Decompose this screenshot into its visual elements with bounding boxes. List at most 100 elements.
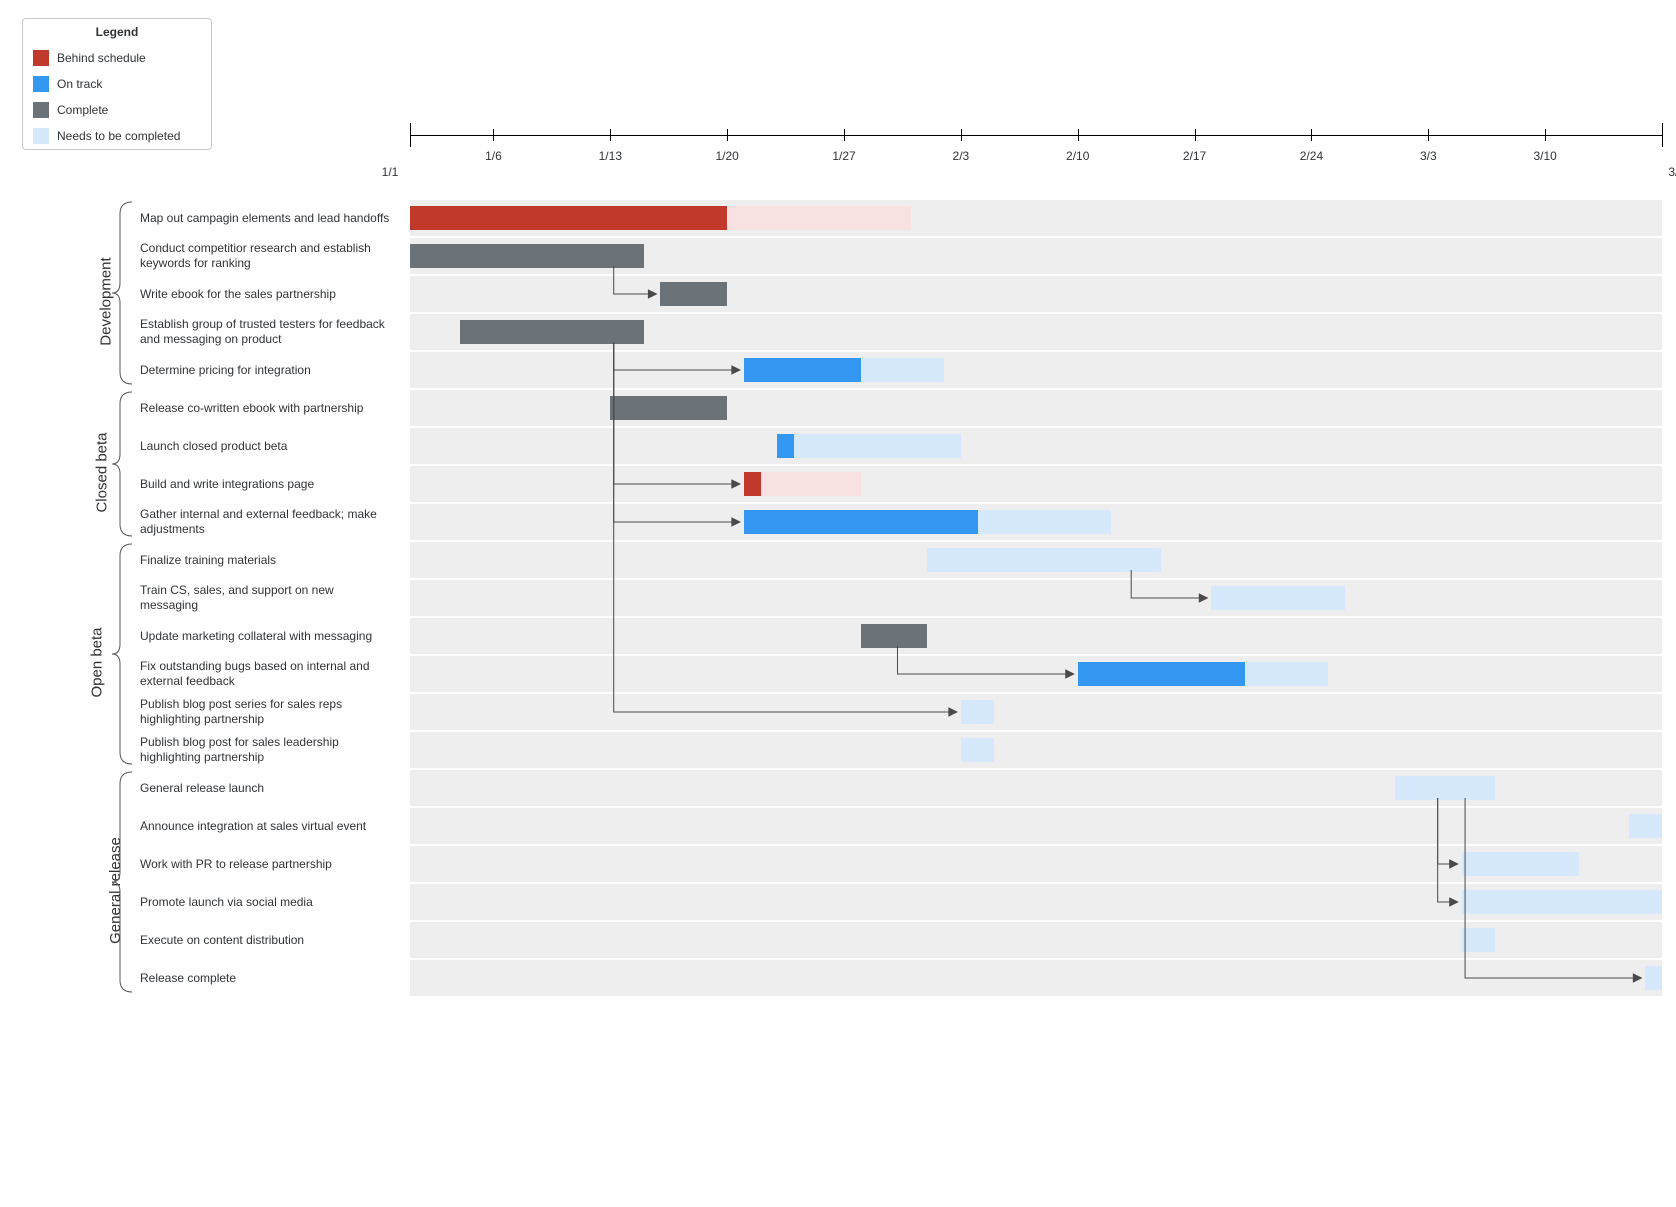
task-track	[410, 314, 1662, 350]
task-bar-planned[interactable]	[1462, 928, 1495, 952]
task-label: Launch closed product beta	[140, 428, 400, 464]
task-bar-planned[interactable]	[1211, 586, 1345, 610]
task-bar-progress[interactable]	[660, 282, 727, 306]
legend-item: On track	[23, 71, 211, 97]
gantt-row: Finalize training materials	[140, 542, 1662, 578]
phase-brace	[110, 542, 134, 766]
task-track	[410, 200, 1662, 236]
phase-brace	[110, 390, 134, 538]
task-track	[410, 770, 1662, 806]
task-bar-progress[interactable]	[744, 510, 978, 534]
task-label: Announce integration at sales virtual ev…	[140, 808, 400, 844]
task-track	[410, 694, 1662, 730]
task-bar-progress[interactable]	[410, 244, 644, 268]
gantt-row: Establish group of trusted testers for f…	[140, 314, 1662, 350]
task-bar-planned[interactable]	[1629, 814, 1662, 838]
axis-tick-label: 3/10	[1533, 149, 1556, 163]
task-bar-planned[interactable]	[777, 434, 961, 458]
task-track	[410, 922, 1662, 958]
axis-origin-label: 1/1	[382, 165, 399, 179]
axis-end-label: 3/17	[1668, 165, 1676, 179]
task-label: Gather internal and external feedback; m…	[140, 504, 400, 540]
task-bar-planned[interactable]	[927, 548, 1161, 572]
task-label: Fix outstanding bugs based on internal a…	[140, 656, 400, 692]
task-bar-planned[interactable]	[961, 738, 994, 762]
task-track	[410, 960, 1662, 996]
axis-tick-label: 3/3	[1420, 149, 1437, 163]
task-label: Update marketing collateral with messagi…	[140, 618, 400, 654]
task-label: Build and write integrations page	[140, 466, 400, 502]
gantt-row: Execute on content distribution	[140, 922, 1662, 958]
axis-tick-label: 1/20	[715, 149, 738, 163]
task-track	[410, 618, 1662, 654]
task-track	[410, 352, 1662, 388]
task-label: Execute on content distribution	[140, 922, 400, 958]
task-bar-progress[interactable]	[777, 434, 794, 458]
task-track	[410, 238, 1662, 274]
task-label: Release complete	[140, 960, 400, 996]
task-bar-progress[interactable]	[460, 320, 644, 344]
gantt-row: Determine pricing for integration	[140, 352, 1662, 388]
gantt-row: Map out campagin elements and lead hando…	[140, 200, 1662, 236]
task-track	[410, 276, 1662, 312]
axis-tick-label: 2/24	[1300, 149, 1323, 163]
task-bar-planned[interactable]	[1462, 852, 1579, 876]
task-track	[410, 390, 1662, 426]
task-bar-progress[interactable]	[410, 206, 727, 230]
task-bar-progress[interactable]	[744, 358, 861, 382]
gantt-row: Promote launch via social media	[140, 884, 1662, 920]
task-track	[410, 732, 1662, 768]
task-bar-progress[interactable]	[861, 624, 928, 648]
task-bar-planned[interactable]	[1395, 776, 1495, 800]
task-label: Write ebook for the sales partnership	[140, 276, 400, 312]
phase-label: Closed beta	[94, 432, 111, 512]
task-track	[410, 808, 1662, 844]
gantt-row: Work with PR to release partnership	[140, 846, 1662, 882]
task-label: Conduct competitior research and establi…	[140, 238, 400, 274]
gantt-row: Announce integration at sales virtual ev…	[140, 808, 1662, 844]
task-track	[410, 846, 1662, 882]
legend-item: Complete	[23, 97, 211, 123]
gantt-row: Update marketing collateral with messagi…	[140, 618, 1662, 654]
task-label: Establish group of trusted testers for f…	[140, 314, 400, 350]
legend-title: Legend	[23, 19, 211, 45]
gantt-row: Fix outstanding bugs based on internal a…	[140, 656, 1662, 692]
axis-tick-label: 2/10	[1066, 149, 1089, 163]
task-track	[410, 656, 1662, 692]
phase-label: Open beta	[89, 627, 106, 697]
task-bar-progress[interactable]	[610, 396, 727, 420]
gantt-row: Train CS, sales, and support on new mess…	[140, 580, 1662, 616]
task-track	[410, 466, 1662, 502]
task-track	[410, 428, 1662, 464]
task-label: Train CS, sales, and support on new mess…	[140, 580, 400, 616]
time-axis: 1/61/131/201/272/32/102/172/243/33/101/1…	[410, 135, 1662, 175]
task-track	[410, 580, 1662, 616]
gantt-row: General release launch	[140, 770, 1662, 806]
task-bar-planned[interactable]	[961, 700, 994, 724]
gantt-rows: Map out campagin elements and lead hando…	[140, 200, 1662, 998]
phase-brace	[110, 200, 134, 386]
gantt-row: Write ebook for the sales partnership	[140, 276, 1662, 312]
task-label: Work with PR to release partnership	[140, 846, 400, 882]
legend-label: Complete	[57, 103, 108, 117]
phase-brace	[110, 770, 134, 994]
task-label: Publish blog post for sales leadership h…	[140, 732, 400, 768]
task-bar-planned[interactable]	[744, 472, 861, 496]
task-bar-planned[interactable]	[1645, 966, 1662, 990]
task-label: Release co-written ebook with partnershi…	[140, 390, 400, 426]
task-bar-planned[interactable]	[1462, 890, 1662, 914]
task-track	[410, 884, 1662, 920]
axis-tick-label: 1/6	[485, 149, 502, 163]
axis-tick-label: 2/3	[953, 149, 970, 163]
legend-label: Needs to be completed	[57, 129, 180, 143]
legend-swatch	[33, 50, 49, 66]
gantt-row: Publish blog post for sales leadership h…	[140, 732, 1662, 768]
axis-tick-label: 1/13	[599, 149, 622, 163]
task-track	[410, 504, 1662, 540]
task-bar-progress[interactable]	[1078, 662, 1245, 686]
task-label: Promote launch via social media	[140, 884, 400, 920]
task-label: Finalize training materials	[140, 542, 400, 578]
task-bar-progress[interactable]	[744, 472, 761, 496]
gantt-row: Conduct competitior research and establi…	[140, 238, 1662, 274]
axis-tick-label: 1/27	[832, 149, 855, 163]
